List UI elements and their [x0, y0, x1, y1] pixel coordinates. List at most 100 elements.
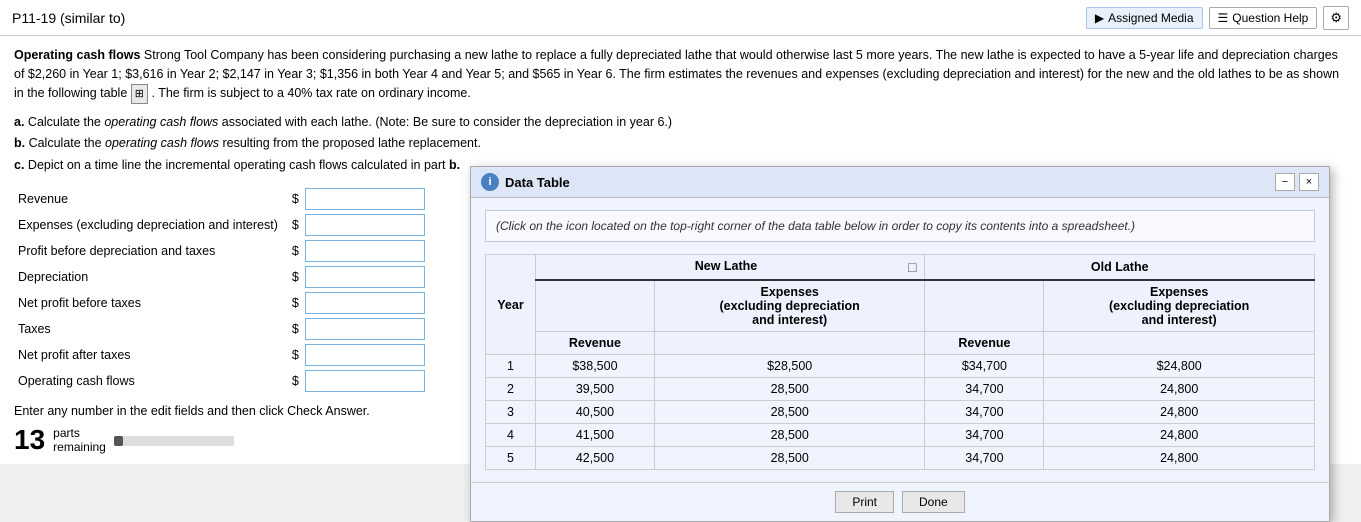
form-row: Net profit after taxes $ — [14, 342, 429, 368]
form-row: Net profit before taxes $ — [14, 290, 429, 316]
progress-bar-container — [114, 436, 234, 446]
settings-button[interactable]: ⚙ — [1323, 6, 1349, 30]
form-input[interactable] — [305, 214, 425, 236]
operating-cash-flows-label: Operating cash flows — [14, 48, 140, 62]
modal-minimize-button[interactable]: − — [1275, 173, 1295, 191]
old-expenses-cell: 24,800 — [1044, 447, 1315, 470]
form-input[interactable] — [305, 318, 425, 340]
form-row-label: Depreciation — [14, 264, 288, 290]
assigned-media-button[interactable]: ▶ Assigned Media — [1086, 7, 1203, 29]
form-row-input-cell — [301, 186, 429, 212]
old-expenses-cell: 24,800 — [1044, 401, 1315, 424]
assigned-media-icon: ▶ — [1095, 11, 1104, 25]
form-row-label: Taxes — [14, 316, 288, 342]
table-icon[interactable]: ⊞ — [131, 84, 148, 105]
modal-header: i Data Table − × — [471, 167, 1329, 198]
year-cell: 3 — [486, 401, 536, 424]
done-button[interactable]: Done — [902, 491, 965, 513]
form-input[interactable] — [305, 292, 425, 314]
part-a: a. Calculate the operating cash flows as… — [14, 112, 1347, 133]
old-expenses-cell: $24,800 — [1044, 355, 1315, 378]
form-row-dollar: $ — [288, 264, 301, 290]
form-row-dollar: $ — [288, 238, 301, 264]
page-title: P11-19 (similar to) — [12, 10, 125, 26]
form-row-input-cell — [301, 264, 429, 290]
form-row-input-cell — [301, 342, 429, 368]
old-revenue-cell: 34,700 — [925, 378, 1044, 401]
form-row: Taxes $ — [14, 316, 429, 342]
table-row: 5 42,500 28,500 34,700 24,800 — [486, 447, 1315, 470]
table-row: 4 41,500 28,500 34,700 24,800 — [486, 424, 1315, 447]
form-row-label: Net profit after taxes — [14, 342, 288, 368]
main-content: Operating cash flows Strong Tool Company… — [0, 36, 1361, 464]
year-col-header: Year — [486, 255, 536, 355]
new-expenses-cell: $28,500 — [654, 355, 925, 378]
form-row-label: Expenses (excluding depreciation and int… — [14, 212, 288, 238]
new-revenue-cell: $38,500 — [536, 355, 655, 378]
form-input[interactable] — [305, 266, 425, 288]
new-revenue-cell: 42,500 — [536, 447, 655, 470]
top-bar-buttons: ▶ Assigned Media ☰ Question Help ⚙ — [1086, 6, 1349, 30]
data-table-modal: i Data Table − × (Click on the icon loca… — [470, 166, 1330, 522]
table-row: 3 40,500 28,500 34,700 24,800 — [486, 401, 1315, 424]
form-row-dollar: $ — [288, 290, 301, 316]
modal-title: i Data Table — [481, 173, 570, 191]
old-lathe-header: Old Lathe — [925, 255, 1315, 281]
form-row-label: Net profit before taxes — [14, 290, 288, 316]
new-expenses-cell: 28,500 — [654, 424, 925, 447]
form-row: Profit before depreciation and taxes $ — [14, 238, 429, 264]
new-expenses-cell: 28,500 — [654, 447, 925, 470]
form-input[interactable] — [305, 370, 425, 392]
form-row-label: Profit before depreciation and taxes — [14, 238, 288, 264]
new-revenue-cell: 41,500 — [536, 424, 655, 447]
parts-label: parts remaining — [53, 426, 106, 454]
modal-body: (Click on the icon located on the top-ri… — [471, 198, 1329, 482]
form-row-dollar: $ — [288, 342, 301, 368]
problem-text: Operating cash flows Strong Tool Company… — [14, 46, 1347, 104]
old-revenue-cell: 34,700 — [925, 401, 1044, 424]
form-row: Expenses (excluding depreciation and int… — [14, 212, 429, 238]
year-cell: 4 — [486, 424, 536, 447]
copy-icon[interactable]: □ — [908, 259, 916, 275]
old-revenue-cell: 34,700 — [925, 424, 1044, 447]
question-help-button[interactable]: ☰ Question Help — [1209, 7, 1318, 29]
old-revenue-header — [925, 280, 1044, 332]
new-revenue-subheader: Revenue — [536, 332, 655, 355]
form-row-dollar: $ — [288, 212, 301, 238]
form-row-input-cell — [301, 368, 429, 394]
new-revenue-cell: 39,500 — [536, 378, 655, 401]
table-row: 2 39,500 28,500 34,700 24,800 — [486, 378, 1315, 401]
form-row-input-cell — [301, 316, 429, 342]
form-input[interactable] — [305, 188, 425, 210]
old-revenue-subheader: Revenue — [925, 332, 1044, 355]
form-table: Revenue $ Expenses (excluding depreciati… — [14, 186, 429, 394]
form-row-dollar: $ — [288, 368, 301, 394]
new-expenses-subheader — [654, 332, 925, 355]
new-revenue-header — [536, 280, 655, 332]
modal-note: (Click on the icon located on the top-ri… — [485, 210, 1315, 242]
part-b: b. Calculate the operating cash flows re… — [14, 133, 1347, 154]
modal-controls: − × — [1275, 173, 1319, 191]
form-input[interactable] — [305, 344, 425, 366]
print-button[interactable]: Print — [835, 491, 894, 513]
form-row-label: Operating cash flows — [14, 368, 288, 394]
data-table: Year New Lathe □ Old Lathe Expenses(excl… — [485, 254, 1315, 470]
modal-footer: Print Done — [471, 482, 1329, 521]
top-bar: P11-19 (similar to) ▶ Assigned Media ☰ Q… — [0, 0, 1361, 36]
form-row: Revenue $ — [14, 186, 429, 212]
form-row-dollar: $ — [288, 186, 301, 212]
form-row-input-cell — [301, 290, 429, 316]
form-input[interactable] — [305, 240, 425, 262]
form-row: Operating cash flows $ — [14, 368, 429, 394]
year-cell: 5 — [486, 447, 536, 470]
old-revenue-cell: $34,700 — [925, 355, 1044, 378]
new-revenue-cell: 40,500 — [536, 401, 655, 424]
form-row-input-cell — [301, 238, 429, 264]
form-row: Depreciation $ — [14, 264, 429, 290]
list-icon: ☰ — [1218, 11, 1229, 25]
modal-close-button[interactable]: × — [1299, 173, 1319, 191]
year-cell: 1 — [486, 355, 536, 378]
old-expenses-cell: 24,800 — [1044, 424, 1315, 447]
parts-number: 13 — [14, 426, 45, 454]
old-expenses-header: Expenses(excluding depreciationand inter… — [1044, 280, 1315, 332]
